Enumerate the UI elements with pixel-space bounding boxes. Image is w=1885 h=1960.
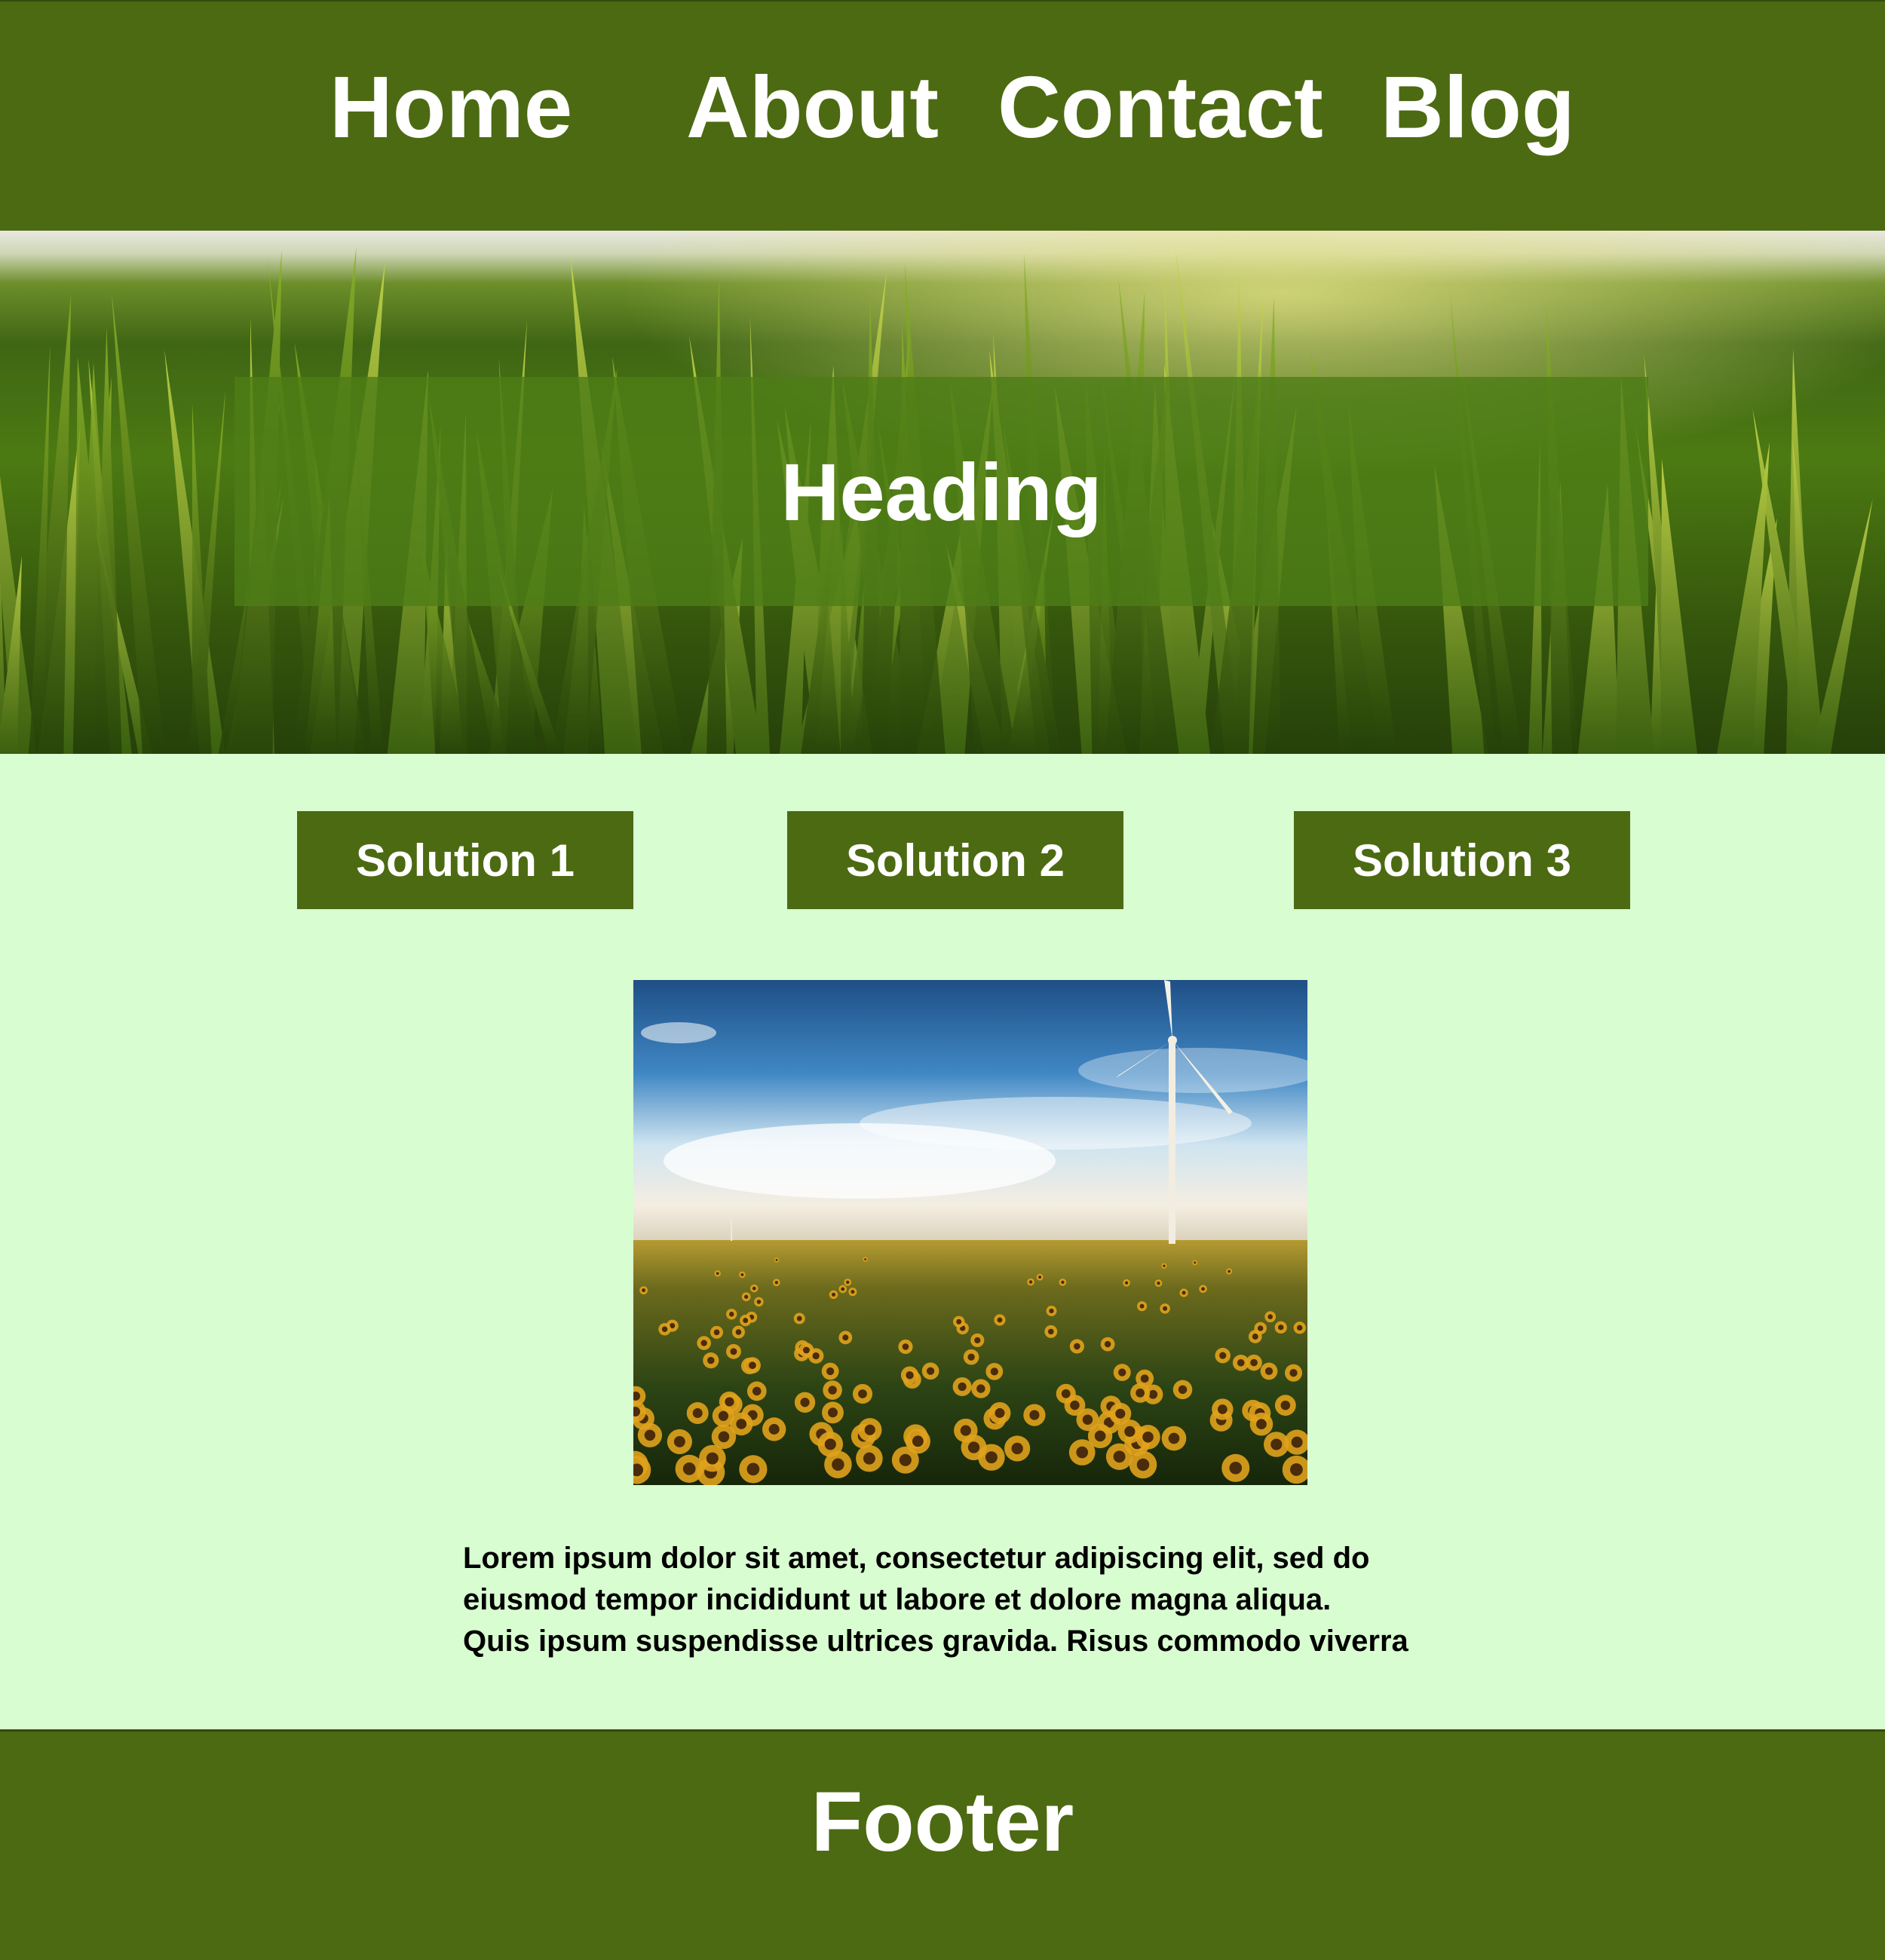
sunflower-wind-turbine-photo: [633, 980, 1307, 1485]
nav-bar: Home About Contact Blog: [0, 0, 1885, 232]
footer-label: Footer: [811, 1775, 1074, 1869]
nav-link-home[interactable]: Home: [329, 54, 572, 160]
footer: Footer: [0, 1729, 1885, 1960]
solution-1-button[interactable]: Solution 1: [297, 811, 633, 909]
hero-banner: Heading: [0, 231, 1885, 754]
paragraph-line-3: Quis ipsum suspendisse ultrices gravida.…: [463, 1625, 1408, 1658]
solution-2-button[interactable]: Solution 2: [787, 811, 1123, 909]
nav-link-contact[interactable]: Contact: [998, 54, 1323, 160]
nav-link-blog[interactable]: Blog: [1381, 54, 1575, 160]
hero-heading: Heading: [780, 446, 1102, 537]
paragraph-line-2: eiusmod tempor incididunt ut labore et d…: [463, 1583, 1332, 1616]
hero-heading-panel: Heading: [234, 377, 1648, 606]
solution-3-button[interactable]: Solution 3: [1294, 811, 1630, 909]
paragraph-line-1: Lorem ipsum dolor sit amet, consectetur …: [463, 1542, 1370, 1575]
nav-link-about[interactable]: About: [686, 54, 939, 160]
body-paragraph: Lorem ipsum dolor sit amet, consectetur …: [463, 1538, 1443, 1662]
